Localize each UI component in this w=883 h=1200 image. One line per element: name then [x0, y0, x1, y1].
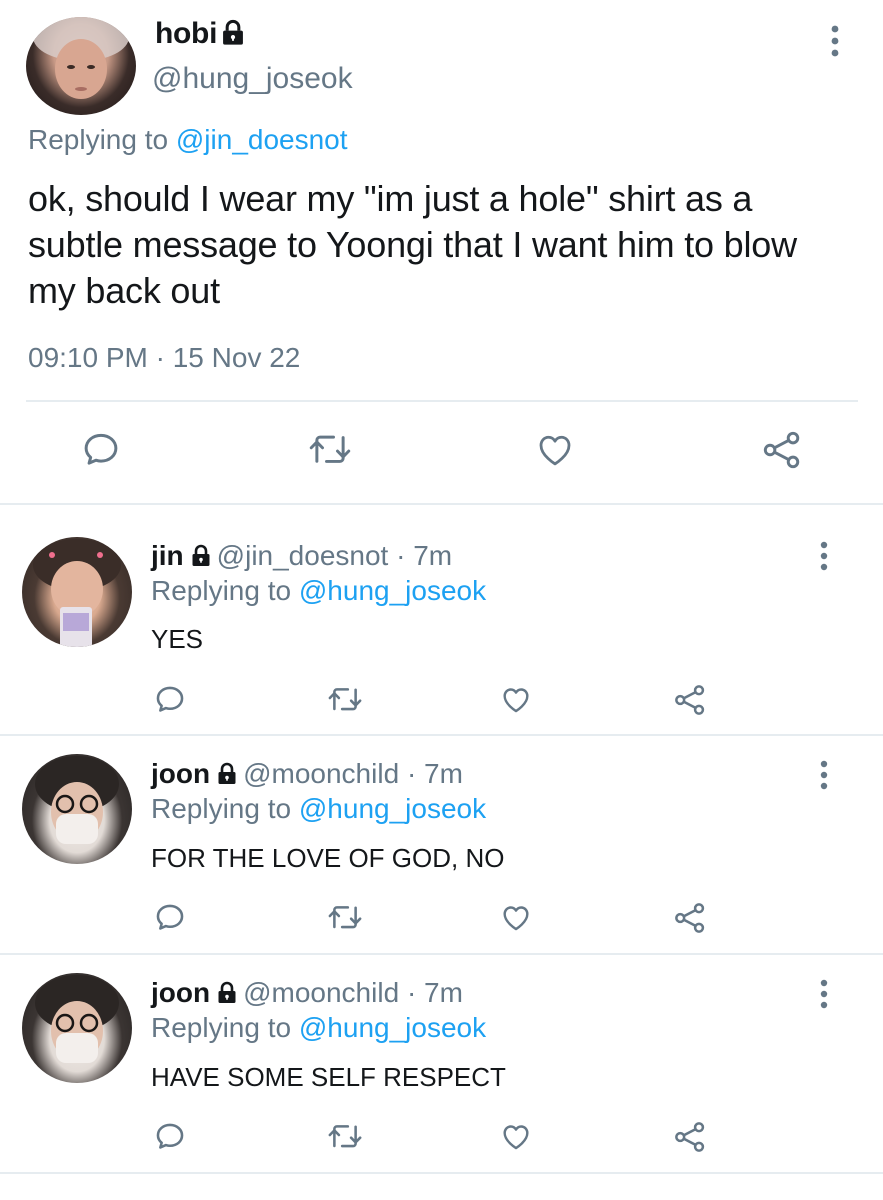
- more-vertical-icon[interactable]: [817, 979, 831, 1014]
- author-handle[interactable]: @hung_joseok: [152, 62, 353, 96]
- avatar[interactable]: [22, 537, 132, 647]
- tweet-text: YES: [151, 624, 204, 654]
- reply-icon[interactable]: [80, 428, 122, 475]
- replying-to: Replying to @hung_joseok: [151, 575, 486, 607]
- tweet-timestamp: 09:10 PM · 15 Nov 22: [28, 342, 301, 373]
- lock-icon: [215, 761, 239, 793]
- replying-mention[interactable]: @hung_joseok: [299, 575, 486, 606]
- replying-prefix: Replying to: [151, 1012, 292, 1043]
- reply-header: joon @moonchild · 7m: [151, 977, 463, 1012]
- main-tweet: hobi @hung_joseok Replying to @jin_doesn…: [0, 0, 883, 505]
- reply-icon[interactable]: [153, 900, 187, 939]
- heart-icon[interactable]: [533, 428, 577, 475]
- avatar[interactable]: [22, 973, 132, 1083]
- replying-to: Replying to @hung_joseok: [151, 1012, 486, 1044]
- reply-header: joon @moonchild · 7m: [151, 758, 463, 793]
- reply-tweet[interactable]: joon @moonchild · 7m Replying to @hung_jo…: [0, 955, 883, 1177]
- author-handle[interactable]: @moonchild: [243, 758, 399, 789]
- avatar-photo: [35, 756, 119, 844]
- replying-prefix: Replying to: [28, 124, 169, 155]
- reply-tweet[interactable]: jin @jin_doesnot · 7m Replying to @hung_j…: [0, 505, 883, 735]
- heart-icon[interactable]: [498, 900, 534, 939]
- retweet-icon[interactable]: [326, 1119, 364, 1158]
- author-name[interactable]: jin: [151, 540, 184, 571]
- retweet-icon[interactable]: [326, 900, 364, 939]
- author-name[interactable]: hobi: [155, 17, 217, 51]
- replying-prefix: Replying to: [151, 575, 292, 606]
- author-handle[interactable]: @moonchild: [243, 977, 399, 1008]
- author-name[interactable]: joon: [151, 977, 210, 1008]
- share-icon[interactable]: [672, 900, 708, 941]
- replying-mention[interactable]: @jin_doesnot: [176, 124, 348, 155]
- author-handle[interactable]: @jin_doesnot: [217, 540, 389, 571]
- share-icon[interactable]: [672, 1119, 708, 1160]
- divider: [26, 400, 858, 402]
- reply-icon[interactable]: [153, 1119, 187, 1158]
- avatar[interactable]: [26, 17, 136, 115]
- heart-icon[interactable]: [498, 1119, 534, 1158]
- replying-to: Replying to @hung_joseok: [151, 793, 486, 825]
- tweet-text: ok, should I wear my "im just a hole" sh…: [28, 178, 797, 311]
- retweet-icon[interactable]: [326, 682, 364, 721]
- divider: [0, 1172, 883, 1174]
- lock-icon: [189, 543, 213, 575]
- heart-icon[interactable]: [498, 682, 534, 721]
- lock-icon: [219, 19, 247, 52]
- lock-icon: [215, 980, 239, 1012]
- avatar-photo: [33, 17, 129, 99]
- reply-time: · 7m: [396, 540, 453, 571]
- avatar-photo: [33, 539, 121, 647]
- reply-icon[interactable]: [153, 682, 187, 721]
- author-name[interactable]: joon: [151, 758, 210, 789]
- share-icon[interactable]: [760, 428, 804, 477]
- replying-mention[interactable]: @hung_joseok: [299, 793, 486, 824]
- reply-header: jin @jin_doesnot · 7m: [151, 540, 452, 575]
- replying-prefix: Replying to: [151, 793, 292, 824]
- reply-tweet[interactable]: joon @moonchild · 7m Replying to @hung_jo…: [0, 736, 883, 954]
- more-vertical-icon[interactable]: [828, 24, 842, 63]
- replying-to: Replying to @jin_doesnot: [28, 124, 348, 156]
- replying-mention[interactable]: @hung_joseok: [299, 1012, 486, 1043]
- tweet-text: FOR THE LOVE OF GOD, NO: [151, 843, 505, 873]
- avatar[interactable]: [22, 754, 132, 864]
- tweet-text: HAVE SOME SELF RESPECT: [151, 1062, 506, 1092]
- share-icon[interactable]: [672, 682, 708, 723]
- more-vertical-icon[interactable]: [817, 541, 831, 576]
- retweet-icon[interactable]: [307, 428, 353, 475]
- reply-time: · 7m: [406, 758, 463, 789]
- avatar-photo: [35, 975, 119, 1063]
- reply-time: · 7m: [406, 977, 463, 1008]
- more-vertical-icon[interactable]: [817, 760, 831, 795]
